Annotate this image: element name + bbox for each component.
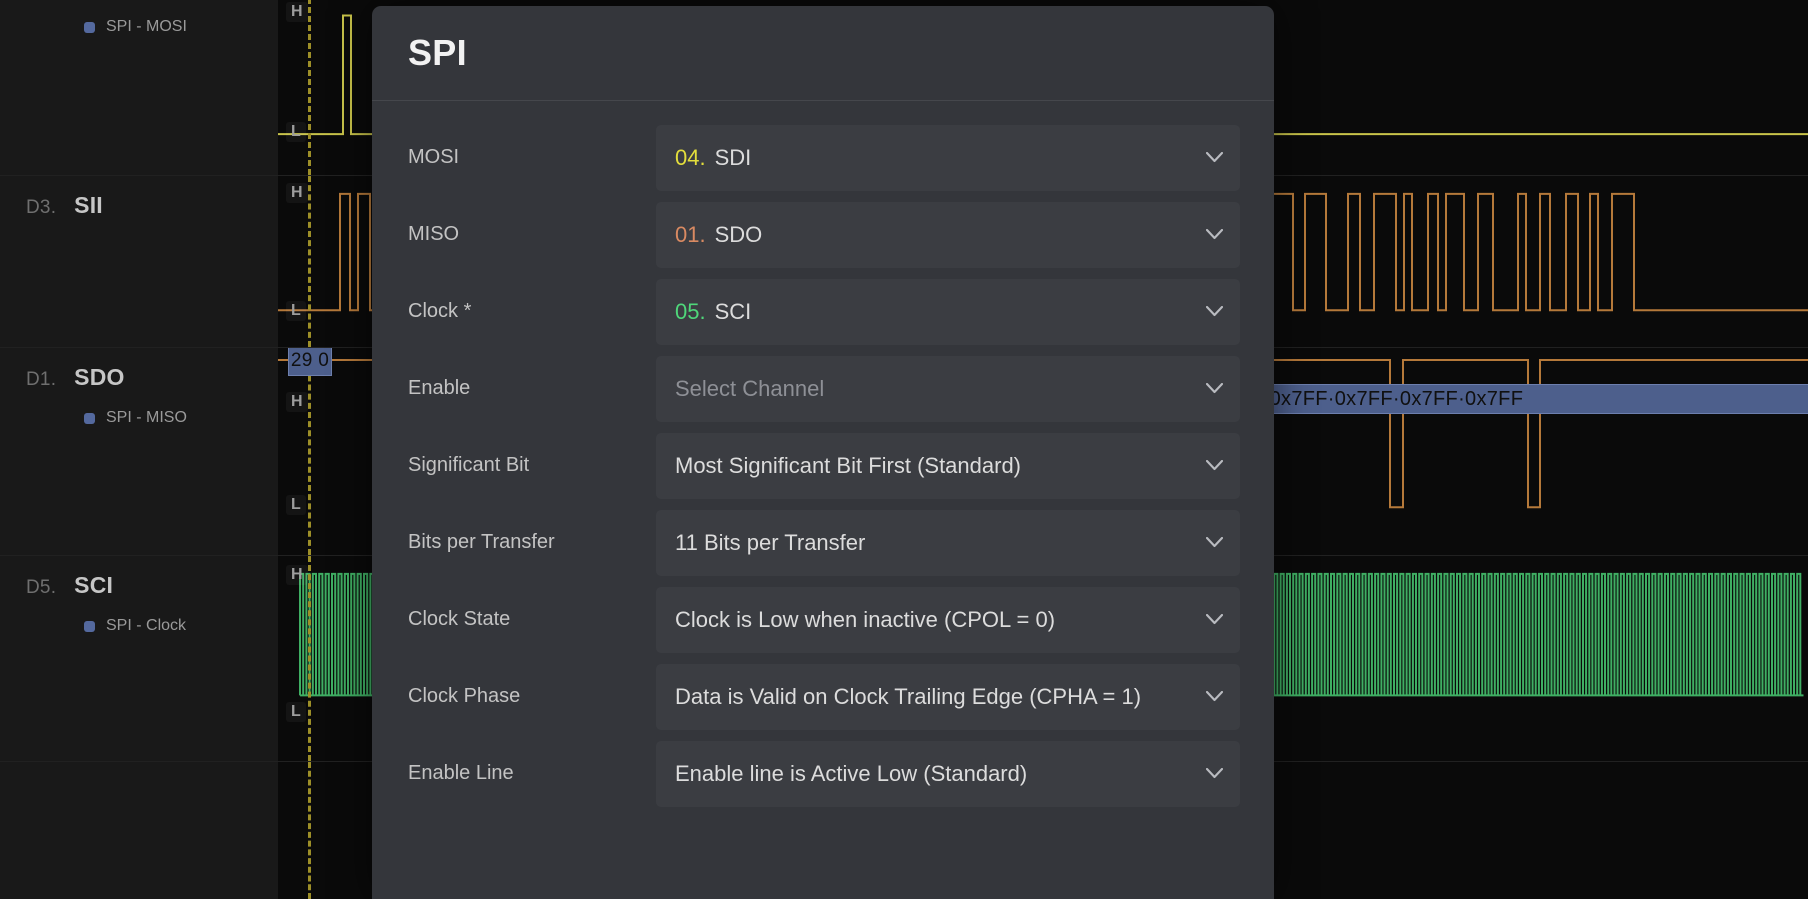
analyzer-label: SPI - Clock <box>106 617 187 634</box>
field-select-clock[interactable]: 05. SCI <box>656 278 1240 345</box>
high-level-label: H <box>286 183 308 203</box>
dialog-form: MOSI 04. SDI MISO 01. SDO Clock * 05. SCI Enable S… <box>372 101 1274 812</box>
field-value: Select Channel <box>675 375 825 401</box>
spi-settings-dialog: SPI MOSI 04. SDI MISO 01. SDO Clock * 05. SCI Ena… <box>372 6 1274 899</box>
time-cursor[interactable] <box>308 762 311 899</box>
high-level-label: H <box>286 392 308 412</box>
field-label: Enable Line <box>408 762 514 784</box>
analyzer-dot-icon <box>84 620 95 632</box>
channel-name: SII <box>74 192 103 218</box>
field-select-miso[interactable]: 01. SDO <box>656 201 1240 268</box>
channel-sidebar <box>0 762 278 899</box>
field-label: Significant Bit <box>408 454 530 476</box>
channel-number: 05. <box>675 298 706 324</box>
channel-name: SCI <box>74 572 114 598</box>
chevron-down-icon <box>1206 690 1223 702</box>
time-cursor[interactable] <box>308 0 311 175</box>
channel-sidebar: SPI - MOSI <box>0 0 278 175</box>
annotation-badge-left[interactable]: 29 0 <box>288 348 332 376</box>
dialog-title: SPI <box>408 32 467 73</box>
field-select-mosi[interactable]: 04. SDI <box>656 124 1240 191</box>
low-level-label: L <box>286 495 306 515</box>
field-value: Clock is Low when inactive (CPOL = 0) <box>675 606 1056 632</box>
field-label: Enable <box>408 377 471 399</box>
time-cursor[interactable] <box>308 176 311 347</box>
channel-header: D5. SCI <box>26 572 278 599</box>
channel-id: D5. <box>26 577 57 598</box>
low-level-label: L <box>286 702 306 722</box>
channel-number: 04. <box>675 144 706 170</box>
field-select-enable-line[interactable]: Enable line is Active Low (Standard) <box>656 740 1240 807</box>
field-select-clock-state[interactable]: Clock is Low when inactive (CPOL = 0) <box>656 586 1240 653</box>
field-label: Bits per Transfer <box>408 531 555 553</box>
annotation-badge-right[interactable]: F·0x7FF·0x7FF·0x7FF·0x7FF·0x7FF <box>1180 384 1808 414</box>
chevron-down-icon <box>1206 536 1223 548</box>
field-row: Clock * 05. SCI <box>408 273 1240 350</box>
field-select-significant-bit[interactable]: Most Significant Bit First (Standard) <box>656 432 1240 499</box>
field-select-clock-phase[interactable]: Data is Valid on Clock Trailing Edge (CP… <box>656 663 1240 730</box>
field-label: Clock State <box>408 608 511 630</box>
channel-id: D3. <box>26 197 57 218</box>
low-level-label: L <box>286 122 306 142</box>
channel-number: 01. <box>675 221 706 247</box>
field-value: SCI <box>714 298 752 324</box>
field-value: 11 Bits per Transfer <box>675 529 866 555</box>
time-cursor[interactable] <box>308 556 311 761</box>
field-select-enable[interactable]: Select Channel <box>656 355 1240 422</box>
field-label: MOSI <box>408 146 460 168</box>
field-row: Enable Select Channel <box>408 350 1240 427</box>
field-row: Enable Line Enable line is Active Low (St… <box>408 735 1240 812</box>
analyzer-label: SPI - MOSI <box>106 18 187 35</box>
channel-analyzer-tag[interactable]: SPI - MOSI <box>84 18 278 36</box>
analyzer-dot-icon <box>84 412 95 424</box>
time-cursor[interactable] <box>308 348 311 555</box>
field-value: SDO <box>714 221 763 247</box>
field-label: Clock * <box>408 300 472 322</box>
chevron-down-icon <box>1206 459 1223 471</box>
channel-id: D1. <box>26 369 57 390</box>
field-row: Clock Phase Data is Valid on Clock Traili… <box>408 658 1240 735</box>
field-label: Clock Phase <box>408 685 521 707</box>
channel-analyzer-tag[interactable]: SPI - MISO <box>84 409 278 427</box>
field-value: Most Significant Bit First (Standard) <box>675 452 1022 478</box>
channel-sidebar: D5. SCI SPI - Clock <box>0 556 278 761</box>
channel-analyzer-tag[interactable]: SPI - Clock <box>84 617 278 635</box>
field-row: MOSI 04. SDI <box>408 119 1240 196</box>
high-level-label: H <box>286 565 308 585</box>
channel-header: D1. SDO <box>26 364 278 391</box>
chevron-down-icon <box>1206 767 1223 779</box>
field-row: MISO 01. SDO <box>408 196 1240 273</box>
chevron-down-icon <box>1206 151 1223 163</box>
analyzer-label: SPI - MISO <box>106 409 187 426</box>
dialog-header: SPI <box>372 6 1274 101</box>
channel-sidebar: D1. SDO SPI - MISO <box>0 348 278 555</box>
field-select-bits-per-transfer[interactable]: 11 Bits per Transfer <box>656 509 1240 576</box>
channel-name: SDO <box>74 364 125 390</box>
field-row: Significant Bit Most Significant Bit Firs… <box>408 427 1240 504</box>
channel-sidebar: D3. SII <box>0 176 278 347</box>
field-value: Enable line is Active Low (Standard) <box>675 760 1028 786</box>
low-level-label: L <box>286 301 306 321</box>
field-row: Clock State Clock is Low when inactive (C… <box>408 581 1240 658</box>
analyzer-dot-icon <box>84 21 95 33</box>
field-value: Data is Valid on Clock Trailing Edge (CP… <box>675 683 1142 709</box>
chevron-down-icon <box>1206 305 1223 317</box>
field-row: Bits per Transfer 11 Bits per Transfer <box>408 504 1240 581</box>
chevron-down-icon <box>1206 613 1223 625</box>
field-label: MISO <box>408 223 460 245</box>
chevron-down-icon <box>1206 382 1223 394</box>
field-value: SDI <box>714 144 752 170</box>
channel-header: D3. SII <box>26 192 278 219</box>
chevron-down-icon <box>1206 228 1223 240</box>
high-level-label: H <box>286 2 308 22</box>
app-root: SPI - MOSI H L D3. SII H L D1. SDO SPI -… <box>0 0 1808 899</box>
